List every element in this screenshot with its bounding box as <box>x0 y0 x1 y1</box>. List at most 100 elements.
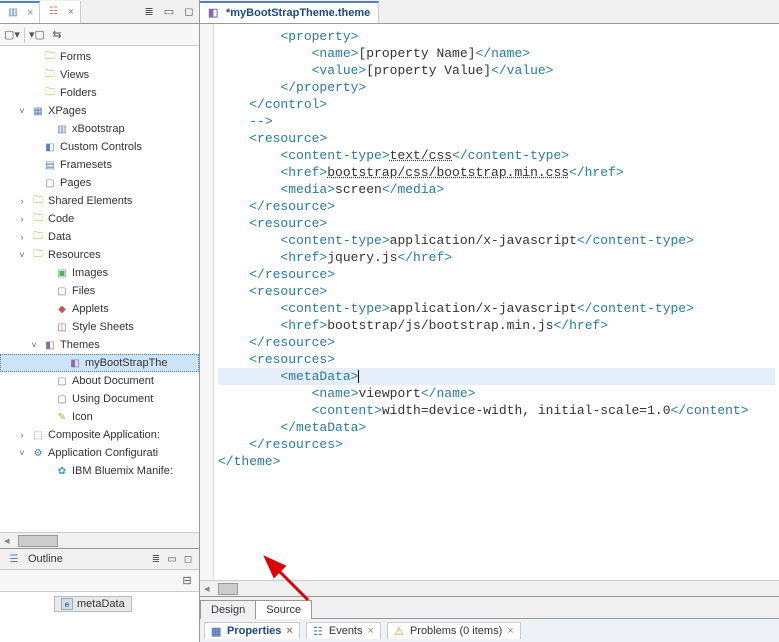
tree-item-views[interactable]: 🗀Views <box>0 66 199 84</box>
tree-item-custom-controls[interactable]: ◧Custom Controls <box>0 138 199 156</box>
code-line[interactable]: <media>screen</media> <box>218 181 775 198</box>
outline-max-icon[interactable]: ◻ <box>181 552 195 566</box>
code-line[interactable]: --> <box>218 113 775 130</box>
events-icon: ☷ <box>313 625 325 637</box>
tree-item-forms[interactable]: 🗀Forms <box>0 48 199 66</box>
tab-design[interactable]: Design <box>200 600 256 619</box>
code-line[interactable]: <name>viewport</name> <box>218 385 775 402</box>
code-line[interactable]: </resource> <box>218 266 775 283</box>
tab-source[interactable]: Source <box>255 600 312 619</box>
maximize-icon[interactable]: ◻ <box>181 4 197 20</box>
code-line[interactable]: <property> <box>218 28 775 45</box>
code-line[interactable]: </resource> <box>218 334 775 351</box>
code-line[interactable]: </resource> <box>218 198 775 215</box>
tree-item-pages[interactable]: ▢Pages <box>0 174 199 192</box>
navigator-tab-bar: ▥ × ☷ × ≣ ▭ ◻ <box>0 0 199 24</box>
tree-label: Composite Application: <box>48 429 160 441</box>
document-icon: ▢ <box>55 392 69 406</box>
folder-icon: 🗀 <box>31 194 45 208</box>
tree-item-xpages[interactable]: ˅▦XPages <box>0 102 199 120</box>
code-line[interactable]: <content-type>application/x-javascript</… <box>218 232 775 249</box>
code-editor[interactable]: <property> <name>[property Name]</name> … <box>200 24 779 580</box>
tree-label: XPages <box>48 105 87 117</box>
code-line[interactable]: <href>bootstrap/css/bootstrap.min.css</h… <box>218 164 775 181</box>
code-line[interactable]: <content-type>application/x-javascript</… <box>218 300 775 317</box>
tree-item-composite-applications[interactable]: ›⬚Composite Application: <box>0 426 199 444</box>
view-tab-properties[interactable]: ▦Properties× <box>204 622 300 639</box>
tree-item-folders[interactable]: 🗀Folders <box>0 84 199 102</box>
code-line[interactable]: </metaData> <box>218 419 775 436</box>
outline-menu-icon[interactable]: ≣ <box>149 552 163 566</box>
code-line[interactable]: <content-type>text/css</content-type> <box>218 147 775 164</box>
outline-header: ☰Outline ≣ ▭ ◻ <box>0 548 199 570</box>
twisty-expanded-icon[interactable]: ˅ <box>28 340 40 350</box>
twisty-expanded-icon[interactable]: ˅ <box>16 448 28 458</box>
new-dropdown-icon[interactable]: ▢▾ <box>4 27 20 43</box>
tree-item-mybootstraptheme[interactable]: ◧myBootStrapThe <box>0 354 199 372</box>
editor-hscroll[interactable]: ◂ <box>200 580 779 596</box>
tree-item-code[interactable]: ›🗀Code <box>0 210 199 228</box>
tab-close-icon[interactable]: × <box>27 7 33 19</box>
code-line[interactable]: <resources> <box>218 351 775 368</box>
folder-icon: 🗀 <box>43 50 57 64</box>
code-line[interactable]: </property> <box>218 79 775 96</box>
code-line[interactable]: <name>[property Name]</name> <box>218 45 775 62</box>
tree-label: xBootstrap <box>72 123 125 135</box>
tab-close-icon[interactable]: × <box>507 625 513 637</box>
tree-item-shared-elements[interactable]: ›🗀Shared Elements <box>0 192 199 210</box>
tree-item-themes[interactable]: ˅◧Themes <box>0 336 199 354</box>
code-line[interactable]: <value>[property Value]</value> <box>218 62 775 79</box>
editor-tab-bar: ◧ *myBootStrapTheme.theme <box>200 0 779 24</box>
twisty-expanded-icon[interactable]: ˅ <box>16 106 28 116</box>
tree-item-files[interactable]: ▢Files <box>0 282 199 300</box>
tree-item-stylesheets[interactable]: ◫Style Sheets <box>0 318 199 336</box>
outline-collapse-icon[interactable]: ⊟ <box>179 573 195 589</box>
twisty-collapsed-icon[interactable]: › <box>16 214 28 224</box>
twisty-collapsed-icon[interactable]: › <box>16 196 28 206</box>
tree-item-data[interactable]: ›🗀Data <box>0 228 199 246</box>
code-line[interactable]: </resources> <box>218 436 775 453</box>
code-line[interactable]: <content>width=device-width, initial-sca… <box>218 402 775 419</box>
folder-icon: 🗀 <box>43 86 57 100</box>
navigator-tab-active[interactable]: ▥ × <box>0 1 40 23</box>
filter-icon[interactable]: ▾▢ <box>29 27 45 43</box>
outline-item-metadata[interactable]: e metaData <box>54 596 132 612</box>
editor-tab[interactable]: ◧ *myBootStrapTheme.theme <box>200 1 379 23</box>
themes-icon: ◧ <box>43 338 57 352</box>
code-line[interactable]: <metaData> <box>218 368 775 385</box>
twisty-expanded-icon[interactable]: ˅ <box>16 250 28 260</box>
tab-close-icon[interactable]: × <box>286 625 292 637</box>
view-tab-problems[interactable]: ⚠Problems (0 items)× <box>387 622 521 639</box>
tree-item-resources[interactable]: ˅🗀Resources <box>0 246 199 264</box>
code-line[interactable]: <resource> <box>218 215 775 232</box>
tree-item-applets[interactable]: ◆Applets <box>0 300 199 318</box>
twisty-collapsed-icon[interactable]: › <box>16 430 28 440</box>
tree-item-using-document[interactable]: ▢Using Document <box>0 390 199 408</box>
navigator-tab-icon2: ☷ <box>46 5 60 19</box>
navigator-toolbar: ▢▾ ▾▢ ⇆ <box>0 24 199 46</box>
code-line[interactable]: <href>bootstrap/js/bootstrap.min.js</hre… <box>218 317 775 334</box>
tree-item-ibm-bluemix[interactable]: ✿IBM Bluemix Manife: <box>0 462 199 480</box>
navigator-tab-secondary[interactable]: ☷ × <box>40 1 80 23</box>
tree-item-application-configuration[interactable]: ˅⚙Application Configurati <box>0 444 199 462</box>
minimize-icon[interactable]: ▭ <box>161 4 177 20</box>
tree-item-framesets[interactable]: ▤Framesets <box>0 156 199 174</box>
navigator-hscroll[interactable]: ◂ <box>0 532 199 548</box>
view-menu-icon[interactable]: ≣ <box>141 4 157 20</box>
tab-close-icon[interactable]: × <box>368 625 374 637</box>
view-tab-events[interactable]: ☷Events× <box>306 622 381 639</box>
code-line[interactable]: </theme> <box>218 453 775 470</box>
link-icon[interactable]: ⇆ <box>49 27 65 43</box>
twisty-collapsed-icon[interactable]: › <box>16 232 28 242</box>
tree-item-xbootstrap[interactable]: ▥xBootstrap <box>0 120 199 138</box>
outline-min-icon[interactable]: ▭ <box>165 552 179 566</box>
tree-item-about-document[interactable]: ▢About Document <box>0 372 199 390</box>
code-line[interactable]: <resource> <box>218 283 775 300</box>
tree-item-images[interactable]: ▣Images <box>0 264 199 282</box>
code-line[interactable]: </control> <box>218 96 775 113</box>
tab-close-icon[interactable]: × <box>67 6 73 18</box>
folder-icon: 🗀 <box>43 68 57 82</box>
code-line[interactable]: <resource> <box>218 130 775 147</box>
code-line[interactable]: <href>jquery.js</href> <box>218 249 775 266</box>
tree-item-icon[interactable]: ✎Icon <box>0 408 199 426</box>
